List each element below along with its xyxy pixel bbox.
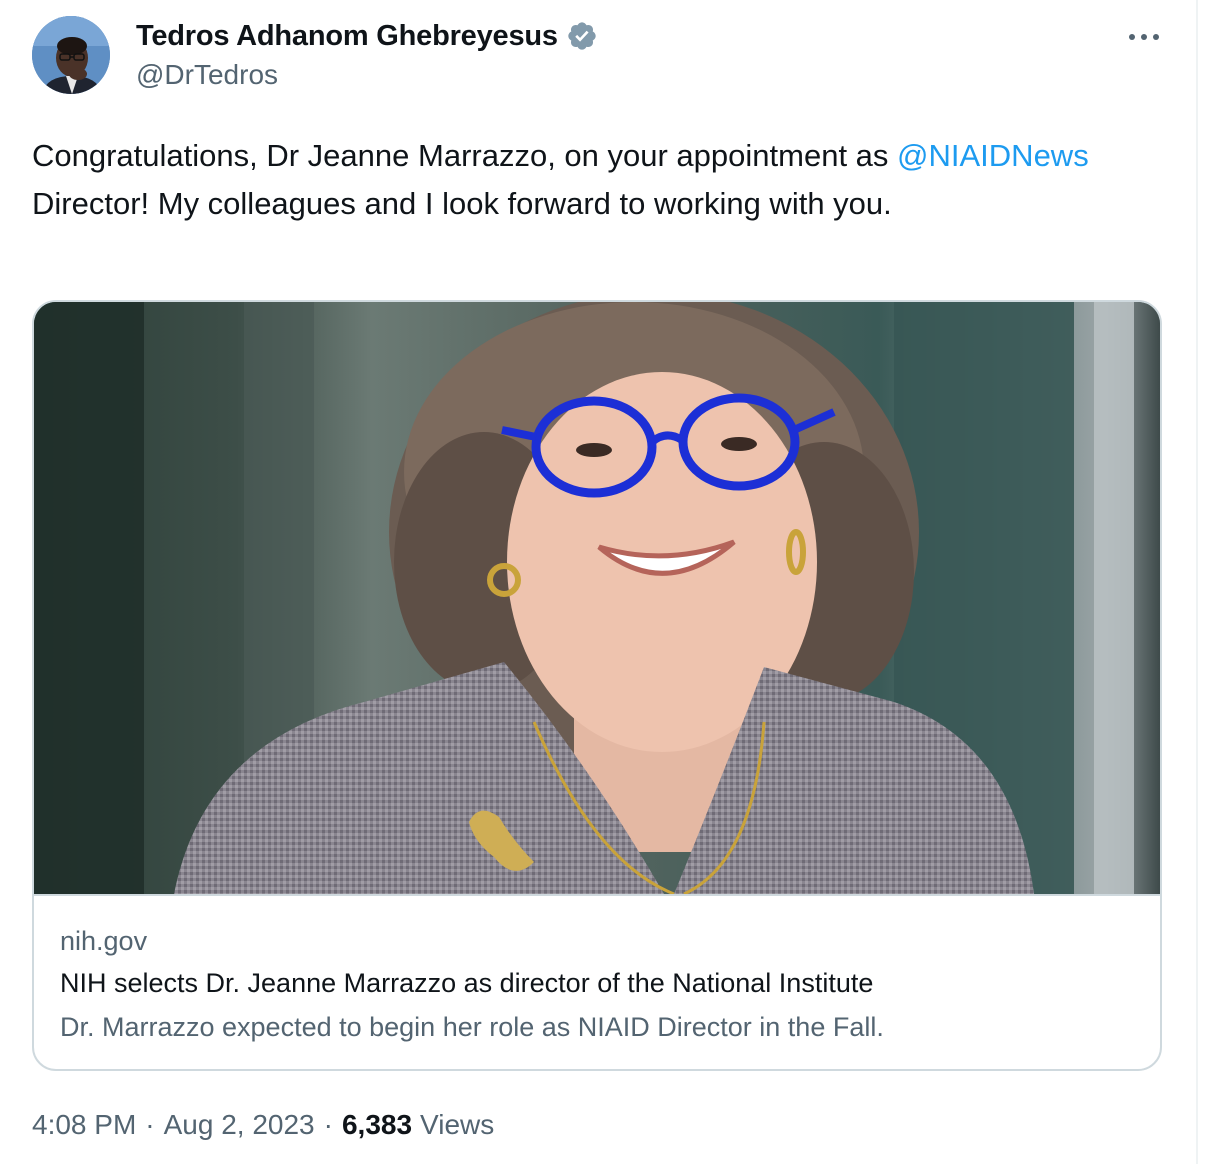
tweet-text-part1: Congratulations, Dr Jeanne Marrazzo, on … (32, 138, 898, 173)
column-divider (1196, 0, 1198, 1164)
tweet-text: Congratulations, Dr Jeanne Marrazzo, on … (32, 132, 1172, 228)
author-avatar[interactable] (32, 16, 110, 94)
link-preview-card[interactable]: nih.gov NIH selects Dr. Jeanne Marrazzo … (32, 300, 1162, 1071)
author-avatar-image (32, 16, 110, 94)
views-label[interactable]: Views (420, 1109, 494, 1141)
tweet-meta-row: 4:08 PM · Aug 2, 2023 · 6,383 Views (32, 1104, 494, 1146)
tweet-time[interactable]: 4:08 PM (32, 1109, 136, 1141)
link-card-title: NIH selects Dr. Jeanne Marrazzo as direc… (60, 968, 874, 998)
more-horizontal-icon (1129, 34, 1159, 40)
meta-separator: · (323, 1109, 333, 1140)
author-header: Tedros Adhanom Ghebreyesus @DrTedros (136, 16, 598, 94)
views-count[interactable]: 6,383 (342, 1109, 412, 1141)
tweet-date[interactable]: Aug 2, 2023 (164, 1109, 315, 1141)
link-card-image[interactable] (34, 302, 1160, 894)
meta-separator: · (145, 1109, 155, 1140)
display-name-row: Tedros Adhanom Ghebreyesus (136, 16, 598, 56)
verified-badge-icon[interactable] (566, 20, 598, 52)
link-card-description: Dr. Marrazzo expected to begin her role … (60, 1012, 884, 1042)
mention-link[interactable]: @NIAIDNews (897, 138, 1089, 173)
tweet-text-part2: Director! My colleagues and I look forwa… (32, 186, 892, 221)
tweet-article: Tedros Adhanom Ghebreyesus @DrTedros Con… (0, 0, 1196, 1164)
author-display-name[interactable]: Tedros Adhanom Ghebreyesus (136, 20, 558, 53)
link-card-meta: nih.gov NIH selects Dr. Jeanne Marrazzo … (34, 894, 1160, 1069)
more-options-button[interactable] (1124, 20, 1164, 54)
author-handle[interactable]: @DrTedros (136, 56, 598, 94)
link-card-domain: nih.gov (60, 926, 148, 956)
